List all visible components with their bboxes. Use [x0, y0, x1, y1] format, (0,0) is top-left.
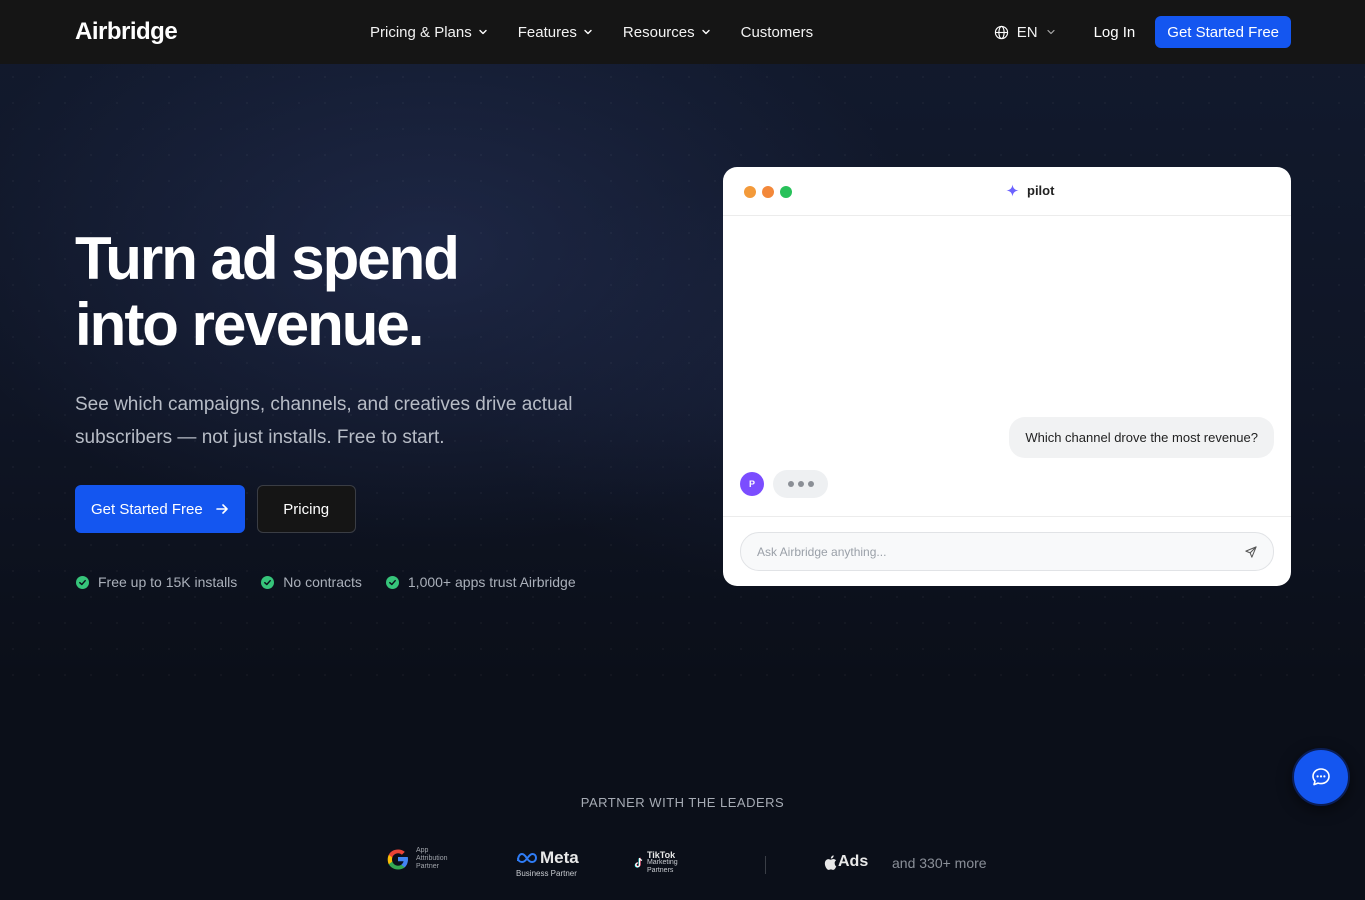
apple-ads-label: Ads	[838, 853, 869, 870]
hero-cta-row: Get Started Free Pricing	[75, 485, 356, 533]
nav-resources[interactable]: Resources	[623, 24, 711, 41]
chat-input-area: Ask Airbridge anything...	[723, 516, 1291, 586]
top-navigation: Airbridge Pricing & Plans Features Resou…	[0, 0, 1365, 64]
typing-indicator	[773, 470, 828, 498]
window-controls	[744, 186, 792, 198]
check-icon	[76, 575, 89, 589]
chat-title: pilot	[1006, 183, 1054, 198]
tiktok-partner-logo: TikTok Marketing Partners	[634, 851, 684, 875]
maximize-dot-icon	[780, 186, 792, 198]
tiktok-icon	[634, 857, 643, 868]
google-icon	[387, 849, 408, 870]
hero-title-line-2: into revenue.	[75, 291, 424, 358]
benefit-item: Free up to 15K installs	[76, 574, 237, 590]
benefit-item: No contracts	[261, 574, 362, 590]
main-nav: Pricing & Plans Features Resources Custo…	[370, 0, 843, 64]
hero-title: Turn ad spend into revenue.	[75, 226, 635, 358]
minimize-dot-icon	[762, 186, 774, 198]
partners-heading: PARTNER WITH THE LEADERS	[580, 795, 785, 810]
header-actions: EN Log In Get Started Free	[994, 16, 1291, 48]
chevron-down-icon	[701, 29, 710, 35]
logo[interactable]: Airbridge	[75, 18, 178, 46]
chat-titlebar: pilot	[723, 167, 1291, 216]
arrow-right-icon	[215, 504, 228, 514]
tiktok-sub: Marketing Partners	[646, 859, 678, 874]
chat-support-button[interactable]	[1292, 748, 1350, 806]
chevron-down-icon	[1046, 29, 1055, 35]
pilot-chat-window: pilot Which channel drove the most reven…	[723, 167, 1291, 586]
nav-label: Pricing & Plans	[370, 23, 472, 41]
meta-partner-logo: Meta Business Partner	[516, 848, 579, 878]
login-link[interactable]: Log In	[1094, 24, 1136, 41]
get-started-button-header[interactable]: Get Started Free	[1155, 16, 1291, 48]
language-selector[interactable]: EN	[994, 24, 1056, 41]
pricing-button[interactable]: Pricing	[256, 485, 356, 533]
google-partner-text: App Attribution Partner	[416, 847, 448, 871]
benefit-label: 1,000+ apps trust Airbridge	[407, 574, 576, 590]
google-partner-line: App	[416, 847, 429, 854]
send-icon[interactable]	[1245, 545, 1257, 558]
benefit-label: No contracts	[283, 574, 362, 590]
chat-input-placeholder: Ask Airbridge anything...	[757, 544, 887, 559]
more-partners-text: and 330+ more	[892, 855, 987, 871]
google-partner-line: Attribution	[416, 855, 448, 862]
chat-bubble-icon	[1312, 768, 1330, 786]
meta-sub: Business Partner	[516, 869, 577, 878]
close-dot-icon	[744, 186, 756, 198]
avatar: P	[740, 472, 764, 496]
chevron-down-icon	[584, 29, 592, 35]
meta-name: Meta	[540, 848, 579, 867]
meta-wordmark: Meta	[516, 848, 579, 868]
typing-dot	[797, 481, 804, 487]
globe-icon	[994, 25, 1008, 39]
nav-label: Features	[517, 23, 577, 41]
hero-subtitle: See which campaigns, channels, and creat…	[75, 394, 573, 448]
hero-title-line-1: Turn ad spend	[75, 225, 460, 292]
user-message: Which channel drove the most revenue?	[1009, 417, 1274, 458]
language-label: EN	[1016, 23, 1038, 41]
chat-input[interactable]: Ask Airbridge anything...	[740, 532, 1274, 571]
nav-label: Resources	[622, 23, 695, 41]
get-started-label: Get Started Free	[91, 500, 203, 518]
nav-label: Customers	[740, 23, 814, 41]
google-partner-logo: App Attribution Partner	[384, 845, 448, 873]
check-icon	[385, 575, 399, 589]
hero-benefits: Free up to 15K installs No contracts 1,0…	[76, 574, 576, 590]
apple-ads-logo: Ads	[824, 853, 868, 871]
nav-features[interactable]: Features	[518, 24, 593, 41]
apple-icon	[824, 854, 837, 870]
partner-divider	[765, 856, 766, 874]
chat-title-label: pilot	[1027, 183, 1055, 198]
chevron-down-icon	[479, 29, 487, 35]
benefit-label: Free up to 15K installs	[98, 574, 238, 590]
google-partner-line: Partner	[416, 863, 439, 870]
tiktok-name: TikTok	[646, 850, 676, 860]
meta-infinity-icon	[517, 852, 538, 864]
typing-dot	[787, 481, 794, 487]
get-started-button[interactable]: Get Started Free	[75, 485, 245, 533]
typing-dot	[807, 481, 814, 487]
sparkle-icon	[1006, 184, 1019, 197]
check-icon	[261, 575, 275, 589]
benefit-item: 1,000+ apps trust Airbridge	[385, 574, 576, 590]
nav-customers[interactable]: Customers	[741, 24, 814, 41]
nav-pricing-plans[interactable]: Pricing & Plans	[370, 24, 488, 41]
tiktok-text: TikTok Marketing Partners	[647, 851, 684, 875]
